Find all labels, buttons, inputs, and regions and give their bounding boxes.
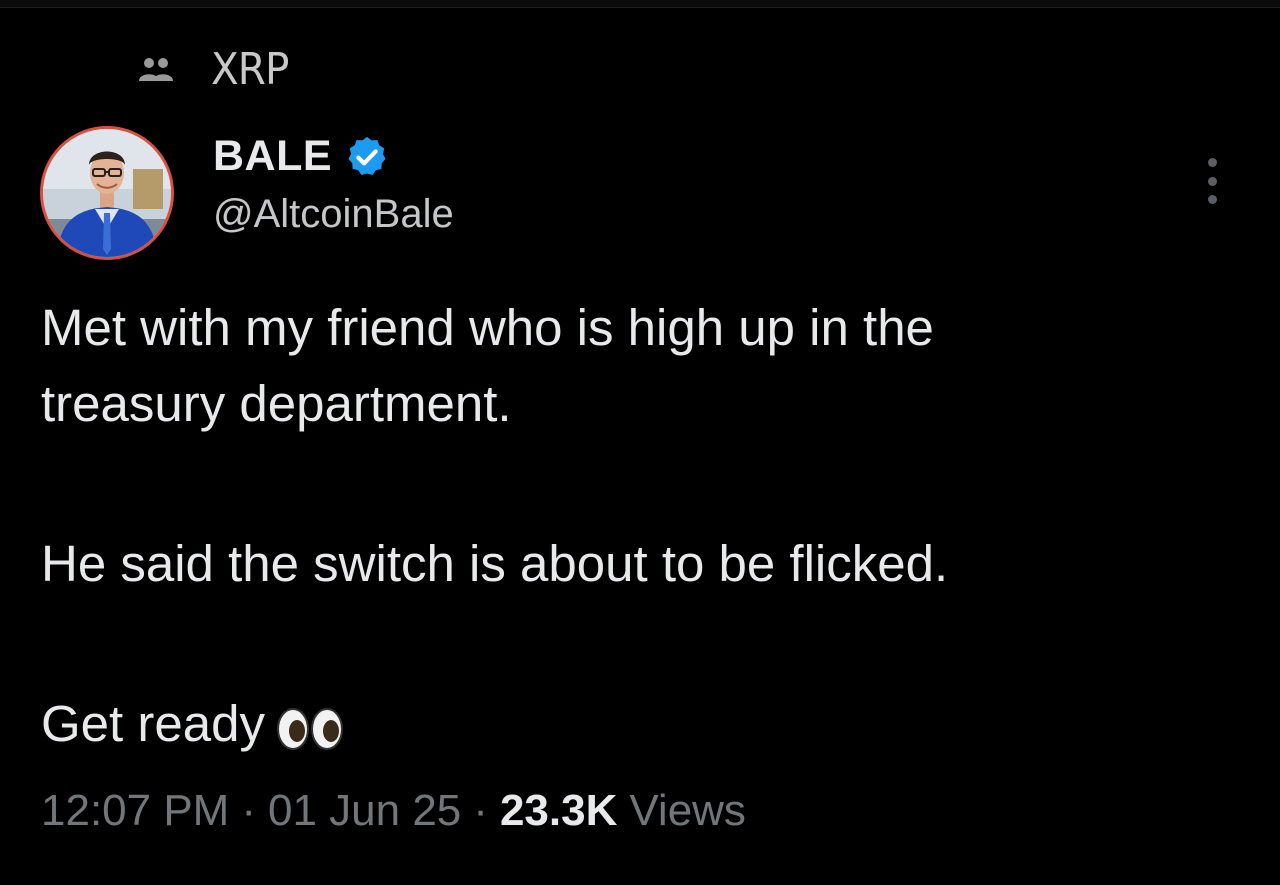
more-options-button[interactable]	[1199, 158, 1225, 204]
author-handle[interactable]: @AltcoinBale	[213, 192, 454, 237]
community-icon	[137, 55, 179, 85]
views-count: 23.3K	[499, 786, 618, 835]
tweet-meta: 12:07 PM · 01 Jun 25 · 23.3K Views	[41, 786, 746, 836]
more-dot-icon	[1207, 176, 1217, 186]
author-display-name[interactable]: BALE	[213, 132, 332, 181]
tweet-time[interactable]: 12:07 PM	[41, 786, 229, 836]
verified-badge-icon[interactable]	[344, 134, 390, 180]
author-name-row[interactable]: BALE	[213, 132, 390, 181]
views-label: Views	[629, 786, 746, 835]
community-label[interactable]: XRP	[137, 40, 295, 100]
meta-separator: ·	[473, 786, 488, 835]
more-dot-icon	[1207, 158, 1217, 167]
meta-separator: ·	[241, 786, 256, 835]
eyes-emoji-icon	[275, 702, 347, 750]
avatar[interactable]	[40, 126, 174, 260]
more-dot-icon	[1207, 195, 1217, 204]
tweet-text-line: Met with my friend who is high up in the	[41, 299, 934, 356]
tweet-text-line: He said the switch is about to be flicke…	[41, 535, 949, 592]
tweet-text-line: treasury department.	[41, 375, 512, 432]
top-divider	[0, 0, 1280, 8]
tweet-text: Get ready	[41, 695, 265, 752]
community-name: XRP	[211, 44, 289, 95]
tweet-text-line-last: Get ready	[41, 692, 347, 756]
tweet-date[interactable]: 01 Jun 25	[268, 786, 461, 836]
